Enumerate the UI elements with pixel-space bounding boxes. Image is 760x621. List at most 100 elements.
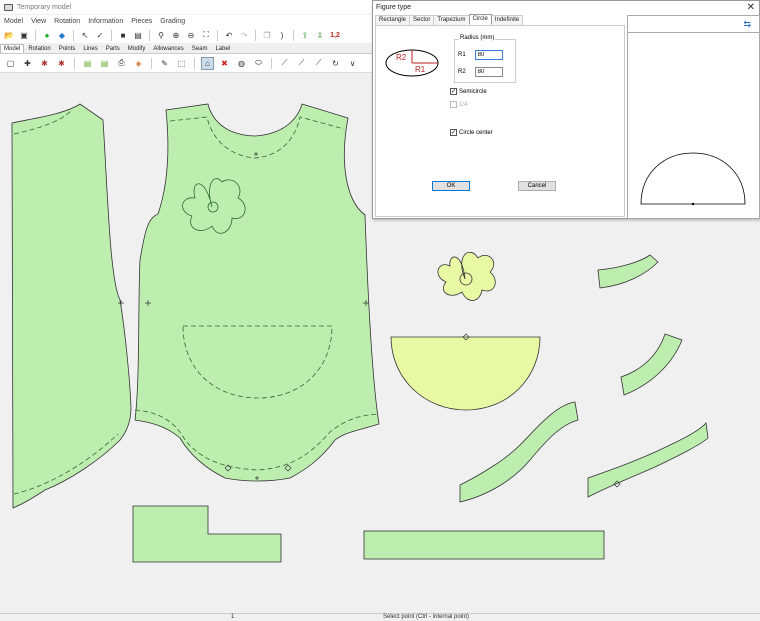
r1-row: R1: [458, 50, 503, 60]
menu-information[interactable]: Information: [84, 18, 127, 25]
toolbar-separator: [74, 57, 75, 69]
window-title: Temporary model: [17, 3, 72, 11]
tab-model[interactable]: Model: [0, 44, 25, 53]
tab-rotation[interactable]: Rotation: [24, 44, 54, 53]
toolbar-separator: [35, 29, 36, 41]
undo-icon[interactable]: ↶: [223, 29, 235, 41]
toolbar-separator: [111, 29, 112, 41]
toolbar-separator: [73, 29, 74, 41]
tab-points[interactable]: Points: [55, 44, 80, 53]
menu-model[interactable]: Model: [0, 18, 27, 25]
strip-arc: [620, 333, 683, 396]
strip-wave: [459, 401, 579, 503]
export2-icon[interactable]: ⇫: [314, 29, 326, 41]
toolbar-separator: [151, 57, 152, 69]
flower-piece: [437, 252, 496, 301]
tab-sector[interactable]: Sector: [409, 15, 435, 25]
block-icon[interactable]: ■: [117, 29, 129, 41]
r1-input[interactable]: [474, 50, 503, 60]
document-icon[interactable]: ▤: [81, 57, 94, 70]
select-tool-icon[interactable]: ⬚: [175, 57, 188, 70]
pointer-icon[interactable]: ↖: [79, 29, 91, 41]
redo-icon[interactable]: ↷: [238, 29, 250, 41]
r1-label: R1: [458, 52, 466, 58]
delete-tool-icon[interactable]: ✖: [218, 57, 231, 70]
figure-tool-icon[interactable]: ⌂: [201, 56, 214, 70]
copy-icon[interactable]: ❐: [261, 29, 273, 41]
ok-button[interactable]: OK: [432, 181, 470, 191]
check-icon[interactable]: ✓: [94, 29, 106, 41]
status-count: 1: [231, 614, 235, 620]
tab-seam[interactable]: Seam: [188, 44, 212, 53]
save-icon[interactable]: ▣: [18, 29, 30, 41]
paren-icon[interactable]: ): [276, 29, 288, 41]
semicircle-option[interactable]: ✓ Semicircle: [450, 88, 487, 95]
tab-lines[interactable]: Lines: [79, 44, 101, 53]
quarter-option[interactable]: 1/4: [450, 101, 467, 108]
zoom-out-icon[interactable]: ⊖: [185, 29, 197, 41]
dialog-tabs: Rectangle Sector Trapezium Circle Indefi…: [375, 14, 524, 25]
line-tool-icon[interactable]: ⟋: [278, 57, 291, 70]
tab-parts[interactable]: Parts: [102, 44, 124, 53]
tab-label[interactable]: Label: [211, 44, 234, 53]
angle-tool-icon[interactable]: ∨: [346, 57, 359, 70]
radius-group: Radius (mm) R1 R2: [454, 35, 516, 83]
piece-settings-icon[interactable]: ✱: [38, 57, 51, 70]
tab-circle[interactable]: Circle: [468, 14, 492, 24]
export-icon[interactable]: ⇪: [299, 29, 311, 41]
close-icon[interactable]: ✕: [747, 2, 755, 13]
tab-indefinite[interactable]: Indefinite: [490, 15, 524, 25]
document2-icon[interactable]: ▤: [98, 57, 111, 70]
print-icon[interactable]: ⎙: [115, 57, 128, 70]
cancel-button[interactable]: Cancel: [518, 181, 556, 191]
quarter-checkbox[interactable]: [450, 101, 457, 108]
new-piece-icon[interactable]: ▢: [4, 57, 17, 70]
circle-center-option[interactable]: ✓ Circle center: [450, 129, 493, 136]
circle-center-label: Circle center: [459, 129, 493, 136]
piece-bug-icon[interactable]: ✱: [55, 57, 68, 70]
circle-tool-icon[interactable]: ◍: [235, 57, 248, 70]
toolbar-separator: [293, 29, 294, 41]
r2-row: R2: [458, 67, 503, 77]
menu-grading[interactable]: Grading: [156, 18, 189, 25]
front-piece: [134, 103, 380, 482]
zoom-icon[interactable]: ⚲: [155, 29, 167, 41]
figure-preview: [640, 152, 746, 206]
line2-tool-icon[interactable]: ⟋: [295, 57, 308, 70]
open-icon[interactable]: 📂: [3, 29, 15, 41]
add-piece-icon[interactable]: ✚: [21, 57, 34, 70]
layers-icon[interactable]: ▤: [132, 29, 144, 41]
fit-icon[interactable]: ⛶: [200, 29, 212, 41]
status-hint: Select point (Ctrl - internal point): [383, 614, 470, 620]
semicircle-checkbox[interactable]: ✓: [450, 88, 457, 95]
strap-piece: [363, 530, 605, 560]
palette-icon[interactable]: ◈: [132, 57, 145, 70]
line3-tool-icon[interactable]: ⟋: [312, 57, 325, 70]
menu-rotation[interactable]: Rotation: [50, 18, 84, 25]
mode-tabs: Model Rotation Points Lines Parts Modify…: [0, 43, 372, 54]
brush-icon[interactable]: ◆: [56, 29, 68, 41]
diagram-r2-label: R2: [396, 53, 407, 62]
menu-view[interactable]: View: [27, 18, 50, 25]
menu-pieces[interactable]: Pieces: [127, 18, 156, 25]
grade-icon[interactable]: 1,2: [329, 29, 341, 41]
circle-center-checkbox[interactable]: ✓: [450, 129, 457, 136]
zoom-in-icon[interactable]: ⊕: [170, 29, 182, 41]
pencil-icon[interactable]: ✎: [158, 57, 171, 70]
toolbar-separator: [194, 57, 195, 69]
quarter-label: 1/4: [459, 101, 468, 108]
circle-panel: R2 R1 Radius (mm) R1 R2 ✓ Semicircle 1/4…: [375, 25, 625, 217]
refresh-icon[interactable]: ⇆: [743, 19, 751, 30]
tab-allowances[interactable]: Allowances: [149, 44, 187, 53]
r2-label: R2: [458, 69, 466, 75]
tab-modify[interactable]: Modify: [124, 44, 150, 53]
radius-diagram: R2 R1: [385, 49, 439, 77]
toolbar-separator: [149, 29, 150, 41]
select-icon[interactable]: ●: [41, 29, 53, 41]
tab-trapezium[interactable]: Trapezium: [433, 15, 470, 25]
r2-input[interactable]: [474, 67, 503, 77]
semicircle-piece: [390, 336, 541, 411]
curve-tool-icon[interactable]: ↻: [329, 57, 342, 70]
tab-rectangle[interactable]: Rectangle: [375, 15, 411, 25]
tag-tool-icon[interactable]: ⬭: [252, 57, 265, 70]
